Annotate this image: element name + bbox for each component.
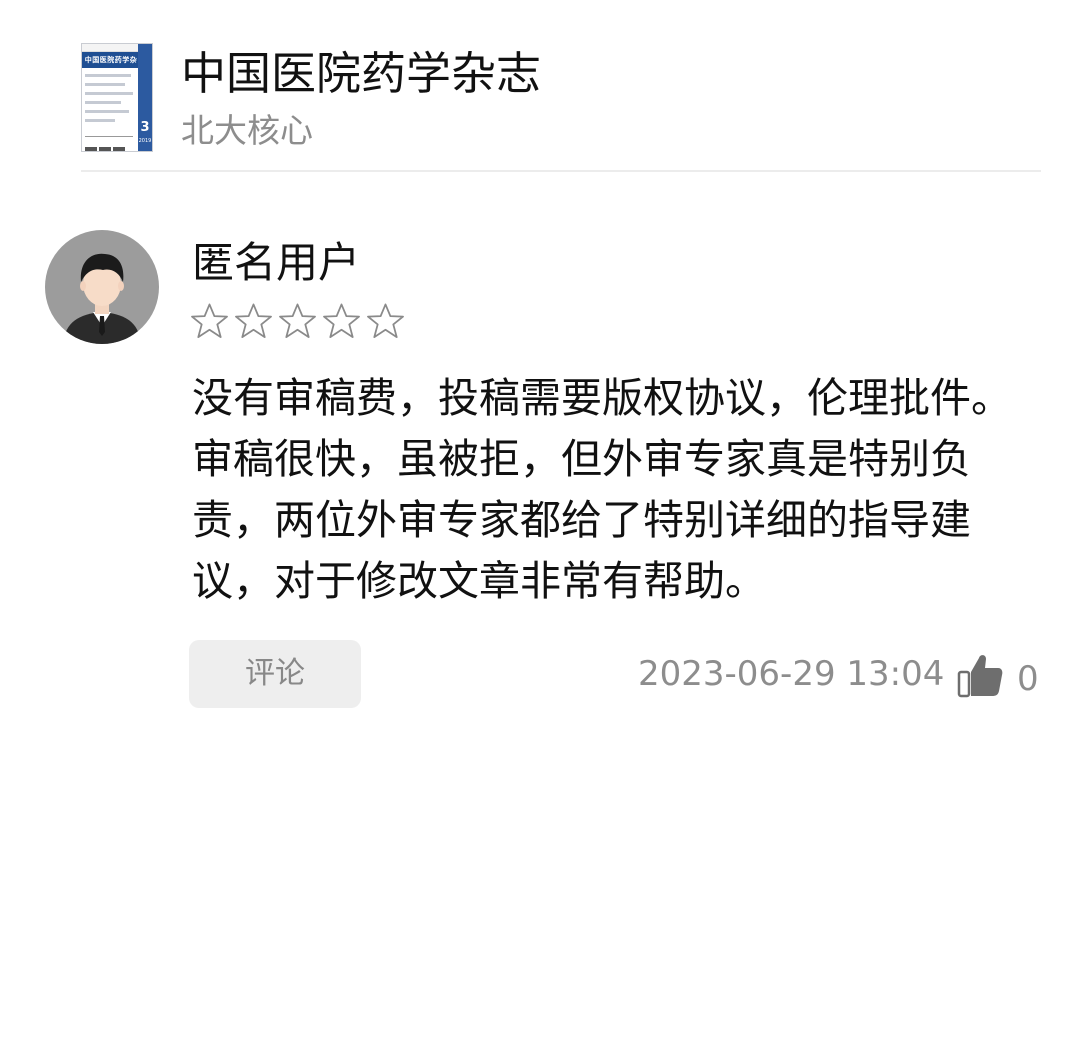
cover-year: 2019 bbox=[138, 138, 152, 144]
star-outline-icon bbox=[235, 303, 272, 338]
comment-button[interactable]: 评论 bbox=[189, 640, 361, 708]
journal-title[interactable]: 中国医院药学杂志 bbox=[181, 44, 541, 104]
cover-issue-number: 3 bbox=[140, 120, 150, 135]
thumbs-up-icon[interactable] bbox=[955, 650, 1005, 700]
star-outline-icon bbox=[279, 303, 316, 338]
star-outline-icon bbox=[323, 303, 360, 338]
review-username: 匿名用户 bbox=[192, 238, 361, 287]
cover-footer bbox=[85, 136, 133, 151]
like-count: 0 bbox=[1017, 659, 1039, 699]
review-text: 没有审稿费，投稿需要版权协议，伦理批件。审稿很快，虽被拒，但外审专家真是特别负责… bbox=[192, 374, 1012, 605]
cover-contents-lines bbox=[85, 74, 135, 128]
journal-tag: 北大核心 bbox=[181, 111, 313, 150]
review-timestamp: 2023-06-29 13:04 bbox=[638, 654, 945, 694]
journal-cover-image[interactable]: 中国医院药学杂志 3 2019 bbox=[81, 43, 153, 152]
star-outline-icon bbox=[191, 303, 228, 338]
user-avatar-icon[interactable] bbox=[45, 230, 159, 344]
cover-banner: 中国医院药学杂志 bbox=[82, 52, 140, 80]
journal-header: 中国医院药学杂志 3 2019 中国医院药学杂志 北大核心 bbox=[0, 0, 1079, 172]
star-outline-icon bbox=[367, 303, 404, 338]
rating-stars bbox=[190, 302, 405, 342]
cover-side-stripe: 3 2019 bbox=[138, 44, 152, 151]
header-divider bbox=[81, 170, 1041, 172]
